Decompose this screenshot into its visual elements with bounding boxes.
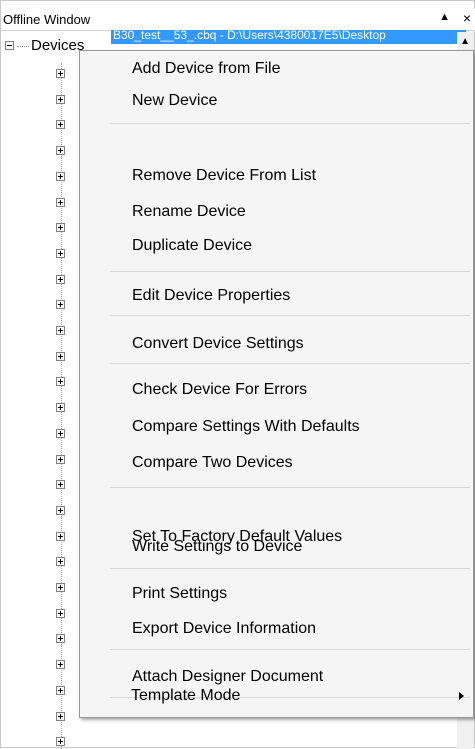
expand-icon[interactable] xyxy=(56,300,65,309)
menu-separator xyxy=(110,123,470,124)
pin-arrow-icon[interactable]: ▲ xyxy=(439,11,450,23)
expand-icon[interactable] xyxy=(56,403,65,412)
offline-window: Offline Window ▲ × Devices B30_test__53_… xyxy=(0,0,475,749)
tree-root-label: Devices xyxy=(31,37,85,54)
expand-icon[interactable] xyxy=(56,146,65,155)
tree-device-item[interactable] xyxy=(56,532,65,541)
expand-icon[interactable] xyxy=(56,737,65,746)
menu-item-new-device[interactable]: New Device xyxy=(80,89,473,113)
menu-separator xyxy=(110,271,470,272)
expand-icon[interactable] xyxy=(56,172,65,181)
submenu-arrow-icon xyxy=(459,692,464,700)
context-menu: Add Device from File New Device Remove D… xyxy=(79,50,474,718)
window-titlebar: Offline Window ▲ × xyxy=(1,9,475,31)
expand-icon[interactable] xyxy=(56,326,65,335)
tree-device-item[interactable] xyxy=(56,634,65,643)
expand-icon[interactable] xyxy=(56,275,65,284)
menu-item-print-settings[interactable]: Print Settings xyxy=(80,582,473,606)
tree-device-item[interactable] xyxy=(56,686,65,695)
menu-item-check-device-for-errors[interactable]: Check Device For Errors xyxy=(80,378,473,402)
tree-device-item[interactable] xyxy=(56,377,65,386)
selected-device-item[interactable]: B30_test__53_.cbq - D:\Users\4380017E5\D… xyxy=(111,30,466,44)
tree-device-item[interactable] xyxy=(56,609,65,618)
tree-connector xyxy=(17,46,29,47)
expand-icon[interactable] xyxy=(56,557,65,566)
tree-device-item[interactable] xyxy=(56,557,65,566)
expand-icon[interactable] xyxy=(56,352,65,361)
expand-icon[interactable] xyxy=(56,198,65,207)
tree-device-item[interactable] xyxy=(56,249,65,258)
tree-device-item[interactable] xyxy=(56,326,65,335)
expand-icon[interactable] xyxy=(56,95,65,104)
expand-icon[interactable] xyxy=(56,506,65,515)
expand-icon[interactable] xyxy=(56,686,65,695)
window-title: Offline Window xyxy=(3,12,91,27)
expand-icon[interactable] xyxy=(56,583,65,592)
expand-icon[interactable] xyxy=(56,712,65,721)
tree-device-item[interactable] xyxy=(56,146,65,155)
menu-item-duplicate-device[interactable]: Duplicate Device xyxy=(80,234,473,258)
tree-device-item[interactable] xyxy=(56,120,65,129)
menu-separator xyxy=(110,487,470,488)
expand-icon[interactable] xyxy=(56,377,65,386)
tree-device-item[interactable] xyxy=(56,712,65,721)
tree-device-item[interactable] xyxy=(56,352,65,361)
menu-separator xyxy=(110,568,470,569)
menu-separator xyxy=(110,649,470,650)
expand-icon[interactable] xyxy=(56,120,65,129)
menu-item-write-settings-to-device[interactable]: Write Settings to Device xyxy=(80,535,473,559)
menu-item-compare-two-devices[interactable]: Compare Two Devices xyxy=(80,451,473,475)
tree-device-item[interactable] xyxy=(56,583,65,592)
expand-icon[interactable] xyxy=(56,609,65,618)
collapse-icon[interactable] xyxy=(5,41,14,50)
tree-device-item[interactable] xyxy=(56,223,65,232)
tree-device-item[interactable] xyxy=(56,480,65,489)
selected-device-label: B30_test__53_.cbq - D:\Users\4380017E5\D… xyxy=(113,30,386,42)
tree-device-item[interactable] xyxy=(56,95,65,104)
menu-item-convert-device-settings[interactable]: Convert Device Settings xyxy=(80,332,473,356)
scroll-up-arrow-icon[interactable]: ▲ xyxy=(460,36,470,47)
expand-icon[interactable] xyxy=(56,660,65,669)
expand-icon[interactable] xyxy=(56,223,65,232)
close-icon[interactable]: × xyxy=(463,10,471,26)
menu-item-rename-device[interactable]: Rename Device xyxy=(80,200,473,224)
tree-device-item[interactable] xyxy=(56,172,65,181)
tree-device-item[interactable] xyxy=(56,198,65,207)
expand-icon[interactable] xyxy=(56,480,65,489)
tree-device-item[interactable] xyxy=(56,275,65,284)
expand-icon[interactable] xyxy=(56,429,65,438)
menu-separator xyxy=(110,363,470,364)
tree-device-item[interactable] xyxy=(56,300,65,309)
tree-device-item[interactable] xyxy=(56,403,65,412)
tree-device-item[interactable] xyxy=(56,506,65,515)
menu-item-compare-settings-with-defaults[interactable]: Compare Settings With Defaults xyxy=(80,415,473,439)
tree-device-item[interactable] xyxy=(56,737,65,746)
tree-device-item[interactable] xyxy=(56,69,65,78)
tree-device-item[interactable] xyxy=(56,429,65,438)
tree-device-item[interactable] xyxy=(56,660,65,669)
menu-item-template-mode[interactable]: Template Mode xyxy=(79,684,472,708)
menu-item-add-device-from-file[interactable]: Add Device from File xyxy=(80,57,473,81)
menu-item-edit-device-properties[interactable]: Edit Device Properties xyxy=(80,284,473,308)
expand-icon[interactable] xyxy=(56,455,65,464)
expand-icon[interactable] xyxy=(56,69,65,78)
expand-icon[interactable] xyxy=(56,532,65,541)
menu-separator xyxy=(110,315,470,316)
tree-device-item[interactable] xyxy=(56,455,65,464)
menu-item-export-device-information[interactable]: Export Device Information xyxy=(80,617,473,641)
expand-icon[interactable] xyxy=(56,249,65,258)
menu-item-remove-device[interactable]: Remove Device From List xyxy=(80,164,473,188)
expand-icon[interactable] xyxy=(56,634,65,643)
